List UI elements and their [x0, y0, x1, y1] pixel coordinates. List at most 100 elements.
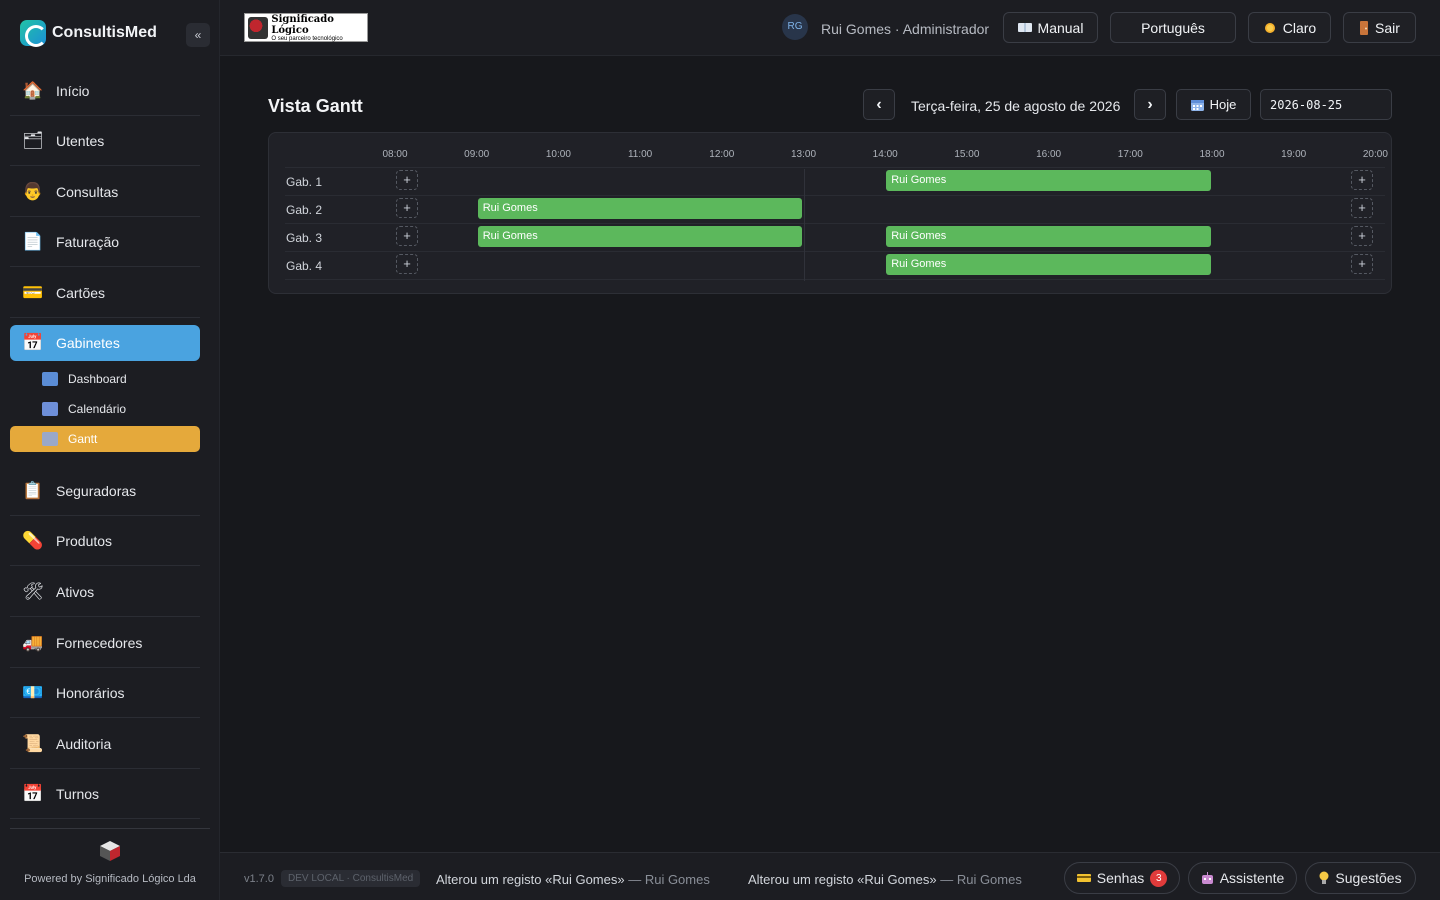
ticket-icon [1076, 874, 1091, 882]
hour-label: 09:00 [464, 149, 490, 160]
tools-icon: 🛠 [22, 582, 44, 601]
sidebar-item-gabinetes[interactable]: 📅 Gabinetes [10, 325, 200, 361]
doctor-icon: 👨 [22, 182, 44, 201]
calendar-icon [1190, 99, 1204, 111]
booking-bar[interactable]: Rui Gomes [886, 170, 1211, 191]
sidebar: ConsultisMed « 🏠 Início 🗂 Utentes 👨 Consultas… [0, 0, 220, 900]
sidebar-item-label: Honorários [56, 685, 125, 701]
user-avatar[interactable]: RG [782, 14, 808, 40]
sidebar-item-label: Gabinetes [56, 335, 120, 351]
sidebar-subitem-calendario[interactable]: Calendário [10, 396, 200, 422]
row-divider [285, 195, 1385, 196]
sun-icon [1264, 22, 1275, 33]
activity-user: — Rui Gomes [940, 872, 1022, 887]
add-booking-button[interactable]: + [396, 170, 418, 190]
consultismed-logo-icon [20, 20, 47, 47]
invoice-icon: 📄 [22, 232, 44, 251]
company-logo-title: Significado Lógico [271, 13, 334, 36]
sidebar-item-utentes[interactable]: 🗂 Utentes [10, 123, 200, 159]
language-select[interactable]: Português [1110, 12, 1236, 43]
sidebar-subitem-dashboard[interactable]: Dashboard [10, 366, 200, 392]
date-input[interactable]: 2026-08-25 [1260, 89, 1392, 120]
add-booking-button[interactable]: + [396, 254, 418, 274]
booking-bar[interactable]: Rui Gomes [477, 226, 803, 247]
hour-label: 19:00 [1281, 149, 1307, 160]
activity-text: Alterou um registo «Rui Gomes» [748, 872, 937, 887]
booking-bar[interactable]: Rui Gomes [886, 254, 1211, 275]
pill-icon: 💊 [22, 531, 44, 550]
add-booking-button[interactable]: + [1351, 226, 1373, 246]
sidebar-item-turnos[interactable]: 📅 Turnos [10, 776, 200, 812]
previous-day-button[interactable]: ‹ [863, 89, 895, 120]
collapse-sidebar-button[interactable]: « [186, 23, 210, 47]
divider [10, 216, 200, 217]
insurance-icon: 📋 [22, 481, 44, 500]
environment-badge: DEV LOCAL · ConsultisMed [281, 870, 421, 887]
assistant-button[interactable]: Assistente [1188, 862, 1297, 894]
booking-bar[interactable]: Rui Gomes [477, 198, 803, 219]
chart-icon [42, 432, 58, 446]
sidebar-item-label: Utentes [56, 133, 105, 149]
divider [10, 818, 200, 819]
theme-toggle-label: Claro [1282, 19, 1317, 36]
tickets-button[interactable]: Senhas 3 [1064, 862, 1180, 894]
hour-label: 16:00 [1036, 149, 1062, 160]
sidebar-item-inicio[interactable]: 🏠 Início [10, 73, 200, 109]
theme-toggle-button[interactable]: Claro [1248, 12, 1331, 43]
footer: v1.7.0 DEV LOCAL · ConsultisMed Alterou … [220, 852, 1440, 900]
booking-bar[interactable]: Rui Gomes [886, 226, 1211, 247]
sidebar-item-auditoria[interactable]: 📜 Auditoria [10, 726, 200, 762]
hour-label: 13:00 [790, 149, 817, 160]
calendar-icon: 📅 [22, 333, 44, 352]
row-divider [285, 223, 1385, 224]
brand[interactable]: ConsultisMed [20, 20, 157, 47]
add-booking-button[interactable]: + [1351, 254, 1373, 274]
sidebar-item-faturacao[interactable]: 📄 Faturação [10, 224, 200, 260]
house-icon: 🏠 [22, 81, 44, 100]
logout-button[interactable]: Sair [1343, 12, 1416, 43]
sidebar-item-label: Produtos [56, 533, 113, 549]
sidebar-item-label: Ativos [56, 584, 95, 600]
add-booking-button[interactable]: + [1351, 198, 1373, 218]
hour-label: 15:00 [954, 149, 980, 160]
add-booking-button[interactable]: + [396, 198, 418, 218]
page-title: Vista Gantt [268, 96, 363, 116]
row-divider [285, 279, 1385, 280]
suggestions-button-label: Sugestões [1335, 870, 1402, 886]
sidebar-item-consultas[interactable]: 👨 Consultas [10, 174, 200, 210]
hour-label: 11:00 [627, 149, 653, 160]
add-booking-button[interactable]: + [396, 226, 418, 246]
brand-name: ConsultisMed [52, 24, 157, 41]
sidebar-subitem-label: Calendário [68, 402, 127, 416]
manual-button[interactable]: Manual [1003, 12, 1098, 43]
door-icon [1360, 20, 1369, 35]
sidebar-item-cartoes[interactable]: 💳 Cartões [10, 275, 200, 311]
sidebar-item-honorarios[interactable]: 💶 Honorários [10, 675, 200, 711]
today-button-label: Hoje [1209, 97, 1237, 112]
sidebar-subitem-gantt[interactable]: Gantt [10, 426, 200, 452]
sidebar-item-produtos[interactable]: 💊 Produtos [10, 523, 200, 559]
room-label: Gab. 4 [286, 259, 323, 273]
sidebar-item-seguradoras[interactable]: 📋 Seguradoras [10, 473, 200, 509]
powered-by-text: Powered by Significado Lógico Lda [24, 873, 196, 885]
sidebar-item-label: Seguradoras [56, 483, 137, 499]
next-day-button[interactable]: › [1134, 89, 1166, 120]
suggestions-button[interactable]: Sugestões [1305, 862, 1416, 894]
app-version: v1.7.0 [244, 873, 274, 885]
sidebar-item-ativos[interactable]: 🛠 Ativos [10, 574, 200, 610]
company-logo-mark-icon [248, 16, 269, 39]
calendar-icon: 📅 [22, 784, 44, 803]
add-booking-button[interactable]: + [1351, 170, 1373, 190]
room-label: Gab. 2 [286, 203, 323, 217]
card-icon: 💳 [22, 283, 44, 302]
sidebar-item-fornecedores[interactable]: 🚚 Fornecedores [10, 625, 200, 661]
sidebar-item-label: Auditoria [56, 736, 112, 752]
divider [10, 828, 210, 829]
hour-label: 20:00 [1362, 149, 1388, 160]
today-button[interactable]: Hoje [1176, 89, 1251, 120]
sidebar-item-label: Fornecedores [56, 635, 143, 651]
lightbulb-icon [1319, 871, 1329, 884]
current-date-label: Terça-feira, 25 de agosto de 2026 [911, 98, 1121, 114]
divider [10, 616, 200, 617]
language-select-value: Português [1141, 19, 1205, 36]
